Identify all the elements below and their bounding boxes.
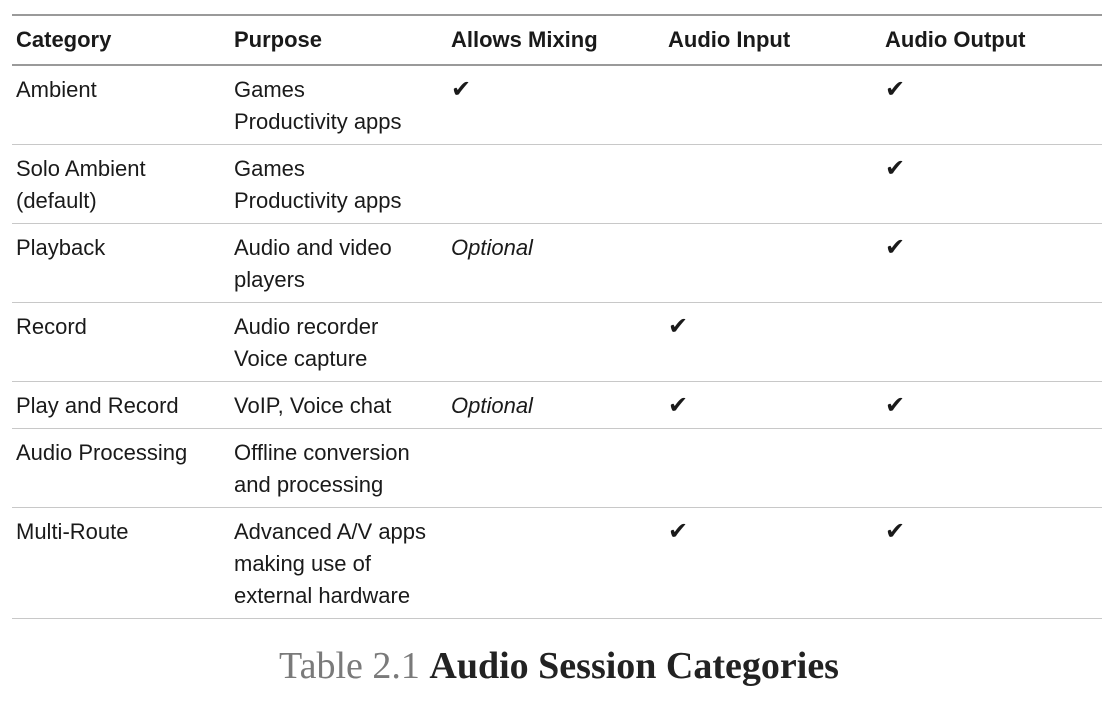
table-bottom-rule bbox=[12, 618, 1102, 619]
category-text: Playback bbox=[16, 235, 106, 260]
input-check-icon: ✔ bbox=[668, 313, 689, 340]
purpose-cell: Games Productivity apps bbox=[230, 74, 447, 144]
table-row: Play and Record VoIP, Voice chat Optiona… bbox=[12, 382, 1102, 428]
category-cell: Solo Ambient (default) bbox=[12, 153, 230, 223]
output-check-icon: ✔ bbox=[885, 155, 906, 182]
mixing-cell bbox=[447, 437, 664, 507]
input-cell bbox=[664, 74, 881, 144]
header-audio-output: Audio Output bbox=[885, 27, 1026, 52]
mixing-cell bbox=[447, 311, 664, 381]
table-row: Ambient Games Productivity apps ✔ ✔ bbox=[12, 66, 1102, 144]
purpose-cell: VoIP, Voice chat bbox=[230, 390, 447, 428]
audio-session-categories-table: Category Purpose Allows Mixing Audio Inp… bbox=[12, 14, 1102, 619]
header-audio-input: Audio Input bbox=[668, 27, 791, 52]
purpose-text: and processing bbox=[234, 472, 384, 497]
input-cell bbox=[664, 153, 881, 223]
purpose-text: external hardware bbox=[234, 583, 411, 608]
output-check-icon: ✔ bbox=[885, 234, 906, 261]
input-check-icon: ✔ bbox=[668, 392, 689, 419]
purpose-cell: Advanced A/V apps making use of external… bbox=[230, 516, 447, 618]
purpose-text: Audio and video bbox=[234, 235, 392, 260]
purpose-text: Games bbox=[234, 77, 305, 102]
category-note: (default) bbox=[16, 188, 97, 213]
input-cell bbox=[664, 437, 881, 507]
header-category: Category bbox=[16, 27, 112, 52]
header-allows-mixing: Allows Mixing bbox=[451, 27, 598, 52]
purpose-text: Games bbox=[234, 156, 305, 181]
purpose-cell: Audio recorder Voice capture bbox=[230, 311, 447, 381]
purpose-text: Advanced A/V apps bbox=[234, 519, 427, 544]
category-text: Audio Processing bbox=[16, 440, 188, 465]
purpose-text: Productivity apps bbox=[234, 188, 402, 213]
category-text: Ambient bbox=[16, 77, 97, 102]
purpose-text: Offline conversion bbox=[234, 440, 410, 465]
category-cell: Audio Processing bbox=[12, 437, 230, 507]
table-row: Solo Ambient (default) Games Productivit… bbox=[12, 145, 1102, 223]
output-cell bbox=[881, 311, 1102, 381]
category-text: Solo Ambient bbox=[16, 156, 146, 181]
category-cell: Playback bbox=[12, 232, 230, 302]
purpose-text: Audio recorder bbox=[234, 314, 379, 339]
table-caption: Table 2.1 Audio Session Categories bbox=[0, 644, 1118, 688]
category-text: Multi-Route bbox=[16, 519, 129, 544]
caption-number: Table 2.1 bbox=[279, 645, 420, 687]
category-cell: Record bbox=[12, 311, 230, 381]
mixing-check-icon: ✔ bbox=[451, 76, 472, 103]
category-cell: Multi-Route bbox=[12, 516, 230, 618]
mixing-optional-text: Optional bbox=[451, 235, 533, 260]
table-row: Record Audio recorder Voice capture ✔ bbox=[12, 303, 1102, 381]
table-row: Audio Processing Offline conversion and … bbox=[12, 429, 1102, 507]
table-header-row: Category Purpose Allows Mixing Audio Inp… bbox=[12, 16, 1102, 64]
table-row: Multi-Route Advanced A/V apps making use… bbox=[12, 508, 1102, 618]
table-row: Playback Audio and video players Optiona… bbox=[12, 224, 1102, 302]
purpose-cell: Offline conversion and processing bbox=[230, 437, 447, 507]
purpose-text: Voice capture bbox=[234, 346, 368, 371]
caption-title: Audio Session Categories bbox=[429, 645, 839, 687]
category-cell: Ambient bbox=[12, 74, 230, 144]
input-cell bbox=[664, 232, 881, 302]
purpose-cell: Games Productivity apps bbox=[230, 153, 447, 223]
category-text: Record bbox=[16, 314, 87, 339]
output-check-icon: ✔ bbox=[885, 518, 906, 545]
mixing-cell bbox=[447, 153, 664, 223]
category-cell: Play and Record bbox=[12, 390, 230, 428]
purpose-text: Productivity apps bbox=[234, 109, 402, 134]
purpose-text: VoIP, Voice chat bbox=[234, 393, 392, 418]
output-check-icon: ✔ bbox=[885, 76, 906, 103]
purpose-text: players bbox=[234, 267, 305, 292]
input-check-icon: ✔ bbox=[668, 518, 689, 545]
header-purpose: Purpose bbox=[234, 27, 323, 52]
category-text: Play and Record bbox=[16, 393, 179, 418]
purpose-text: making use of bbox=[234, 551, 371, 576]
output-cell bbox=[881, 437, 1102, 507]
mixing-optional-text: Optional bbox=[451, 393, 533, 418]
purpose-cell: Audio and video players bbox=[230, 232, 447, 302]
mixing-cell bbox=[447, 516, 664, 618]
output-check-icon: ✔ bbox=[885, 392, 906, 419]
